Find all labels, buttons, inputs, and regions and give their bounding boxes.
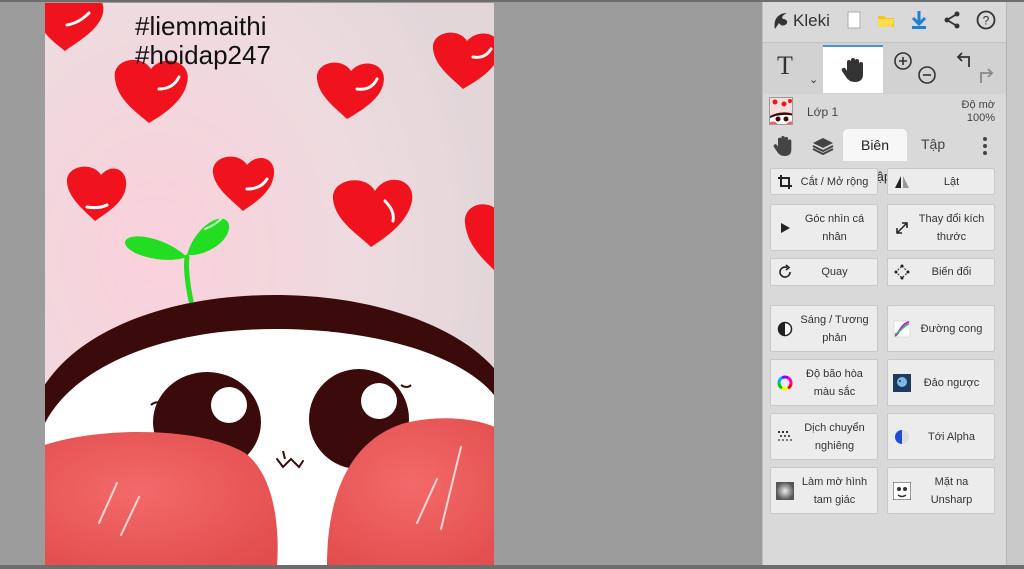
panel-tabs: Biên tập Tập tin (763, 129, 1007, 184)
tool-panel: Kleki ? T ⌄ Lớp 1 Độ mờ 100% Biên tập Tậ… (762, 2, 1007, 565)
opacity-value: 100% (966, 112, 995, 124)
panel-scrollbar[interactable] (1006, 2, 1024, 565)
tab-file[interactable]: Tập (921, 136, 945, 152)
curves-icon (891, 318, 913, 340)
filter-button-label: Thay đổi kích thước (918, 212, 985, 243)
unsharp-mask-icon (891, 480, 913, 502)
layers-icon (812, 138, 834, 156)
tab-edit[interactable]: Biên (843, 129, 907, 161)
share-icon[interactable] (941, 9, 963, 31)
more-options-icon[interactable] (983, 137, 987, 158)
svg-text:?: ? (983, 14, 990, 28)
crop-icon (774, 171, 796, 193)
filter-button[interactable]: Quay (770, 258, 878, 286)
to-alpha-icon (891, 426, 913, 448)
new-file-icon[interactable] (843, 9, 865, 31)
invert-icon (891, 372, 913, 394)
canvas-hashtag-text: #liemmaithi (135, 11, 267, 41)
canvas-artwork (45, 3, 494, 565)
hand-icon (841, 58, 863, 82)
filter-button[interactable]: Thay đổi kích thước (887, 204, 995, 251)
tab-hand[interactable] (771, 135, 795, 157)
kleki-logo-icon (774, 13, 788, 29)
filter-button-label: Đường cong (920, 322, 983, 335)
hand-tool-button[interactable] (823, 45, 883, 93)
filter-button[interactable]: Sáng / Tương phản (770, 305, 878, 352)
resize-icon (891, 217, 913, 239)
tool-row: T ⌄ (763, 42, 1007, 94)
undo-icon[interactable] (955, 51, 973, 69)
tilt-shift-icon (774, 426, 796, 448)
filter-button[interactable]: Đảo ngược (887, 359, 995, 406)
filter-button-label: Góc nhìn cá nhân (804, 212, 865, 243)
filter-button[interactable]: Làm mờ hình tam giác (770, 467, 878, 514)
chevron-down-icon[interactable]: ⌄ (809, 73, 818, 86)
opacity-label: Độ mờ (961, 99, 996, 111)
redo-icon[interactable] (977, 67, 995, 85)
brightness-contrast-icon (774, 318, 796, 340)
filter-button[interactable]: Tới Alpha (887, 413, 995, 460)
hand-icon (773, 136, 792, 156)
filter-button[interactable]: Biến đổi (887, 258, 995, 286)
triangle-blur-icon (774, 480, 796, 502)
rotate-icon (774, 261, 796, 283)
filter-button-label: Làm mờ hình tam giác (801, 475, 868, 506)
canvas-hashtag-text: #hoidap247 (135, 40, 271, 70)
filter-button-label: Quay (821, 266, 848, 278)
tab-layers[interactable] (811, 135, 835, 157)
transform-icon (891, 261, 913, 283)
layer-name: Lớp 1 (807, 105, 839, 119)
layer-opacity[interactable]: Độ mờ 100% (962, 99, 996, 125)
filter-button-label: Tới Alpha (928, 430, 975, 443)
filter-button-label: Biến đổi (931, 266, 972, 278)
panel-header: Kleki ? (763, 2, 1007, 40)
zoom-in-icon[interactable] (893, 51, 913, 71)
flip-icon (891, 171, 913, 193)
filter-button-label: Sáng / Tương phản (800, 313, 869, 344)
layer-row[interactable]: Lớp 1 Độ mờ 100% (763, 95, 1007, 129)
filter-button[interactable]: Dịch chuyển nghiêng (770, 413, 878, 460)
window-bottom-border (0, 565, 1024, 569)
open-folder-icon[interactable] (875, 9, 897, 31)
filter-button-label: Lật (943, 175, 960, 188)
hue-saturation-icon (774, 372, 796, 394)
filter-button-label: Mặt na Unsharp (930, 475, 973, 506)
filter-button[interactable]: Góc nhìn cá nhân (770, 204, 878, 251)
filter-button[interactable]: Mặt na Unsharp (887, 467, 995, 514)
app-name: Kleki (793, 11, 830, 30)
drawing-canvas[interactable]: #liemmaithi #hoidap247 (45, 3, 494, 565)
zoom-out-icon[interactable] (917, 65, 937, 85)
filter-button-label: Đảo ngược (923, 376, 980, 389)
filter-button-label: Độ bão hòa màu sắc (806, 367, 863, 398)
download-icon[interactable] (908, 9, 930, 31)
filter-button[interactable]: Cắt / Mở rộng (770, 168, 878, 195)
perspective-icon (774, 217, 796, 239)
layer-thumbnail (769, 97, 793, 125)
filter-button[interactable]: Độ bão hòa màu sắc (770, 359, 878, 406)
help-icon[interactable]: ? (975, 9, 997, 31)
filter-button-label: Cắt / Mở rộng (800, 175, 869, 188)
filter-button-label: Dịch chuyển nghiêng (804, 421, 865, 452)
filter-button[interactable]: Lật (887, 168, 995, 195)
character-face (45, 295, 494, 565)
filter-button[interactable]: Đường cong (887, 305, 995, 352)
app-logo[interactable]: Kleki (771, 11, 830, 31)
